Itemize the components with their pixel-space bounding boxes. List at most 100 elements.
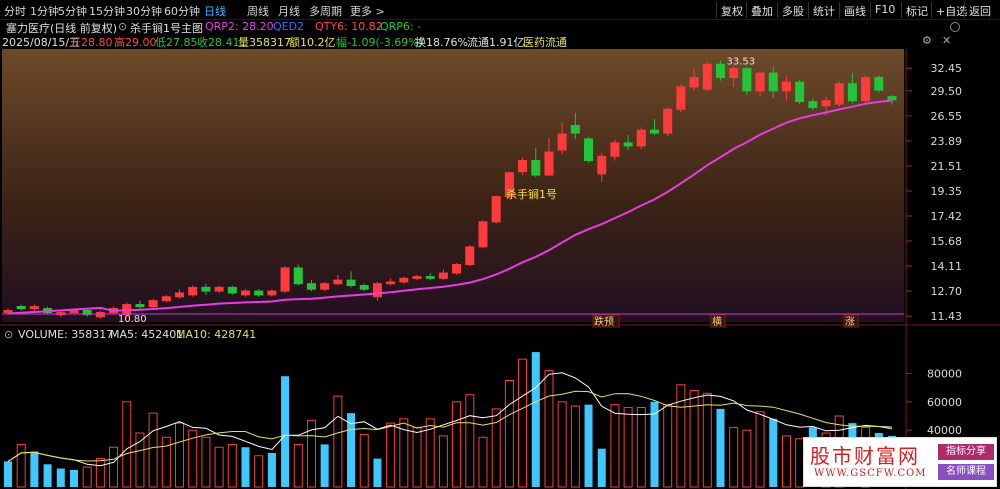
toolbar-button-4[interactable]: 画线 — [839, 2, 870, 18]
volume-bar — [531, 352, 540, 487]
candle-body — [452, 264, 462, 274]
candle-body — [135, 304, 145, 308]
period-tab-5[interactable]: 60分钟 — [164, 3, 200, 19]
candle-body — [438, 272, 448, 279]
kline-chart-area[interactable]: 32.45 29.50 26.55 23.89 21.51 19.35 17.42 15.68… — [0, 0, 1000, 489]
candle-body — [518, 160, 528, 173]
toolbar-button-3[interactable]: 统计 — [808, 2, 839, 18]
volume-bar — [95, 458, 105, 488]
volume-bar — [347, 413, 356, 487]
volume-tick-label: 80000 — [927, 367, 962, 380]
candle-body — [847, 83, 857, 102]
period-tab-3[interactable]: 15分钟 — [89, 3, 125, 19]
candle-body — [808, 101, 818, 109]
quote-volume: 量358317 — [238, 36, 291, 49]
volume-bar — [320, 444, 329, 487]
candle-body — [557, 133, 567, 151]
candle-body — [821, 100, 831, 107]
candle-body — [227, 286, 237, 294]
volume-bar — [281, 376, 290, 487]
candle-body — [834, 83, 844, 105]
bottom-marker: 横 — [712, 315, 722, 328]
candle-body — [768, 72, 778, 92]
price-tick-label: 14.11 — [931, 260, 963, 273]
volume-bar — [293, 443, 303, 488]
bottom-marker: 跌预 — [594, 315, 614, 328]
volume-bar — [254, 455, 264, 488]
volume-bar — [584, 404, 593, 487]
candle-body — [306, 283, 316, 290]
toolbar-button-1[interactable]: 叠加 — [746, 2, 777, 18]
toolbar-button-5[interactable]: F10 — [870, 2, 899, 18]
candle-body — [161, 296, 171, 302]
period-tab-6[interactable]: 日线 — [204, 3, 226, 19]
volume-bar — [729, 426, 739, 488]
close-indicator-icon[interactable]: ✕ — [942, 34, 951, 47]
volume-bar — [82, 466, 92, 488]
candle-body — [412, 276, 422, 279]
qrp6-value: QRP6: - — [380, 20, 422, 33]
toolbar-button-0[interactable]: 复权 — [716, 2, 747, 18]
collapse-icon[interactable] — [950, 22, 960, 32]
candle-body — [676, 86, 686, 110]
volume-bar — [452, 401, 462, 488]
volume-bar — [69, 469, 78, 487]
high-price-annotation: 33.53 — [726, 56, 755, 67]
quote-close: 收28.41 — [197, 36, 240, 49]
watermark-tag-share: 指标分享 — [938, 444, 994, 460]
volume-bar — [359, 433, 369, 488]
candle-body — [755, 72, 765, 92]
watermark-tag-course: 名师课程 — [938, 464, 994, 480]
volume-bar — [30, 451, 39, 487]
collapse-indicator-icon[interactable]: ⊙ — [118, 20, 127, 33]
candle-body — [320, 283, 330, 290]
volume-bar — [716, 408, 725, 487]
candle-body — [531, 160, 541, 176]
toolbar-button-8[interactable]: 返回 — [964, 2, 995, 18]
volume-ma5: MA5: 452401 — [110, 328, 184, 341]
qed2-value: QED2 — [273, 20, 305, 33]
toolbar-button-2[interactable]: 多股 — [777, 2, 808, 18]
candle-body — [16, 306, 26, 310]
volume-bar — [755, 411, 765, 488]
volume-bar — [557, 401, 567, 488]
volume-bar — [267, 452, 276, 487]
volume-bar — [109, 446, 119, 488]
period-toolbar: 分时 1分钟 5分钟 15分钟 30分钟 60分钟 日线 周线 月线 多周期 更多 > 复权 叠加 多股统… — [0, 0, 1000, 20]
period-tab-4[interactable]: 30分钟 — [126, 3, 162, 19]
candle-body — [715, 63, 725, 79]
period-tab-2[interactable]: 5分钟 — [58, 3, 87, 19]
price-tick-label: 19.35 — [931, 185, 963, 198]
qrp2-value: QRP2: 28.20 — [205, 20, 274, 33]
candle-body — [333, 279, 343, 285]
candle-body — [359, 285, 369, 290]
period-tab-0[interactable]: 分时 — [4, 3, 26, 19]
volume-tick-label: 40000 — [927, 424, 962, 437]
period-tab-8[interactable]: 月线 — [278, 3, 300, 19]
period-tab-10[interactable]: 更多 > — [350, 3, 385, 19]
volume-bar — [241, 447, 250, 487]
candle-body — [386, 281, 396, 285]
period-tab-7[interactable]: 周线 — [247, 3, 269, 19]
toolbar-button-6[interactable]: 标记 — [901, 2, 932, 18]
low-price-annotation: 10.80 — [118, 314, 147, 325]
settings-icon[interactable]: ⚙ — [922, 34, 932, 47]
quote-amount: 额10.2亿 — [289, 36, 336, 49]
quote-sector[interactable]: 医药流通 — [523, 34, 567, 50]
quote-turnover: 换18.76% — [415, 36, 468, 49]
candle-body — [175, 292, 185, 298]
volume-bar — [702, 392, 712, 488]
candle-body — [267, 290, 277, 296]
volume-value: VOLUME: 358317 — [18, 328, 114, 341]
candle-body — [610, 142, 620, 157]
volume-bar — [636, 406, 646, 488]
price-tick-label: 26.55 — [931, 110, 963, 123]
collapse-volume-icon[interactable]: ⊙ — [4, 328, 13, 341]
candle-body — [491, 196, 501, 223]
candle-body — [425, 276, 435, 279]
signal-label: 杀手锏1号 — [506, 187, 557, 201]
bottom-marker: 涨 — [845, 316, 855, 328]
candle-body — [584, 138, 594, 162]
period-tab-1[interactable]: 1分钟 — [30, 3, 59, 19]
period-tab-9[interactable]: 多周期 — [309, 3, 342, 19]
